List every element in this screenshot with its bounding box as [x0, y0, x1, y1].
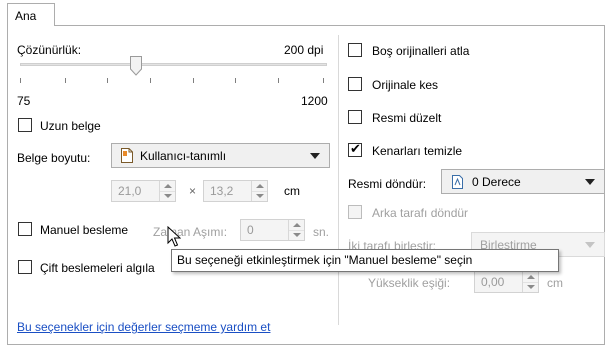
height-threshold-arrows[interactable]	[522, 272, 538, 292]
crop-checkbox[interactable]	[348, 77, 362, 91]
rotate-label: Resmi döndür:	[348, 177, 427, 191]
timeout-unit: sn.	[313, 225, 330, 239]
tab-main[interactable]: Ana	[7, 3, 55, 26]
doc-size-label: Belge boyutu:	[17, 151, 91, 165]
height-threshold-spinner[interactable]: 0,00	[474, 271, 539, 293]
size-unit: cm	[284, 184, 300, 198]
column-divider	[338, 35, 339, 325]
height-value: 13,2	[210, 184, 234, 198]
doc-size-dropdown[interactable]: Kullanıcı-tanımlı	[111, 143, 330, 168]
height-spinner-arrows[interactable]	[251, 181, 267, 201]
deskew-label: Resmi düzelt	[372, 111, 442, 125]
chevron-down-icon	[310, 153, 320, 159]
height-threshold-unit: cm	[547, 276, 563, 290]
mouse-cursor-icon	[167, 225, 182, 251]
slider-thumb[interactable]	[130, 56, 142, 76]
resolution-value: 200 dpi	[284, 43, 324, 57]
slider-track	[20, 63, 327, 66]
double-feed-label: Çift beslemeleri algıla	[40, 261, 155, 275]
width-value: 21,0	[118, 184, 142, 198]
tab-main-label: Ana	[15, 9, 37, 23]
slider-max-label: 1200	[301, 94, 328, 108]
checkmark-icon: ✔	[350, 141, 361, 156]
slider-ticks	[20, 78, 324, 83]
double-feed-checkbox[interactable]	[18, 260, 32, 274]
resolution-label: Çözünürlük:	[17, 43, 82, 57]
tooltip: Bu seçeneği etkinleştirmek için "Manuel …	[171, 249, 559, 272]
page-size-icon	[120, 147, 134, 167]
times-sign: ×	[189, 184, 197, 198]
rotate-back-checkbox[interactable]	[348, 205, 362, 219]
crop-label: Orijinale kes	[372, 78, 439, 92]
rotate-value: 0 Derece	[472, 175, 521, 189]
resolution-slider[interactable]	[17, 56, 330, 88]
timeout-label: Zaman Aşımı:	[153, 225, 228, 239]
help-link[interactable]: Bu seçenekler için değerler seçmeme yard…	[17, 320, 270, 334]
long-doc-checkbox[interactable]	[18, 118, 32, 132]
rotate-back-label: Arka tarafı döndür	[372, 206, 469, 220]
chevron-down-icon	[585, 242, 595, 248]
width-spinner[interactable]: 21,0	[111, 180, 176, 202]
edge-clean-checkbox[interactable]: ✔	[348, 141, 362, 157]
timeout-spinner-arrows[interactable]	[288, 220, 304, 240]
chevron-down-icon	[585, 179, 595, 185]
manual-feed-checkbox[interactable]	[18, 222, 32, 236]
long-doc-label: Uzun belge	[40, 119, 101, 133]
edge-clean-label: Kenarları temizle	[372, 144, 463, 158]
doc-size-value: Kullanıcı-tanımlı	[140, 149, 227, 163]
timeout-spinner[interactable]: 0	[240, 219, 305, 241]
width-spinner-arrows[interactable]	[159, 181, 175, 201]
skip-blank-label: Boş orijinalleri atla	[372, 44, 470, 58]
deskew-checkbox[interactable]	[348, 110, 362, 124]
height-threshold-value: 0,00	[481, 275, 505, 289]
slider-min-label: 75	[17, 94, 31, 108]
skip-blank-checkbox[interactable]	[348, 43, 362, 57]
rotate-page-icon	[451, 174, 464, 193]
manual-feed-label: Manuel besleme	[40, 223, 129, 237]
height-threshold-label: Yükseklik eşiği:	[368, 276, 451, 290]
timeout-value: 0	[247, 223, 254, 237]
rotate-dropdown[interactable]: 0 Derece	[441, 169, 605, 194]
tooltip-text: Bu seçeneği etkinleştirmek için "Manuel …	[177, 253, 473, 267]
height-spinner[interactable]: 13,2	[203, 180, 268, 202]
